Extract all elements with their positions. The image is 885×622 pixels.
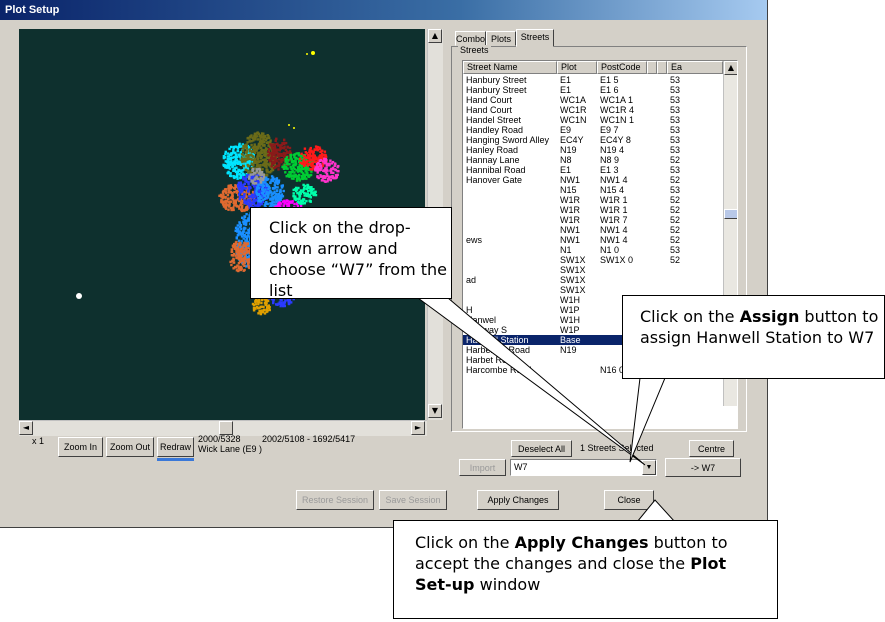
assign-callout-pointer [629,377,666,463]
dropdown-callout-pointer [416,297,646,466]
assign-callout: Click on the Assign button to assign Han… [622,295,885,379]
assign-callout-bold: Assign [739,307,800,326]
apply-callout-text-3: window [474,575,541,594]
apply-callout-bold-1: Apply Changes [514,533,649,552]
apply-callout-text-1: Click on the [415,533,515,552]
assign-callout-text-1: Click on the [640,307,740,326]
apply-callout: Click on the Apply Changes button to acc… [393,520,778,619]
apply-callout-pointer [635,499,677,523]
dropdown-callout: Click on the drop-down arrow and choose … [250,207,452,300]
